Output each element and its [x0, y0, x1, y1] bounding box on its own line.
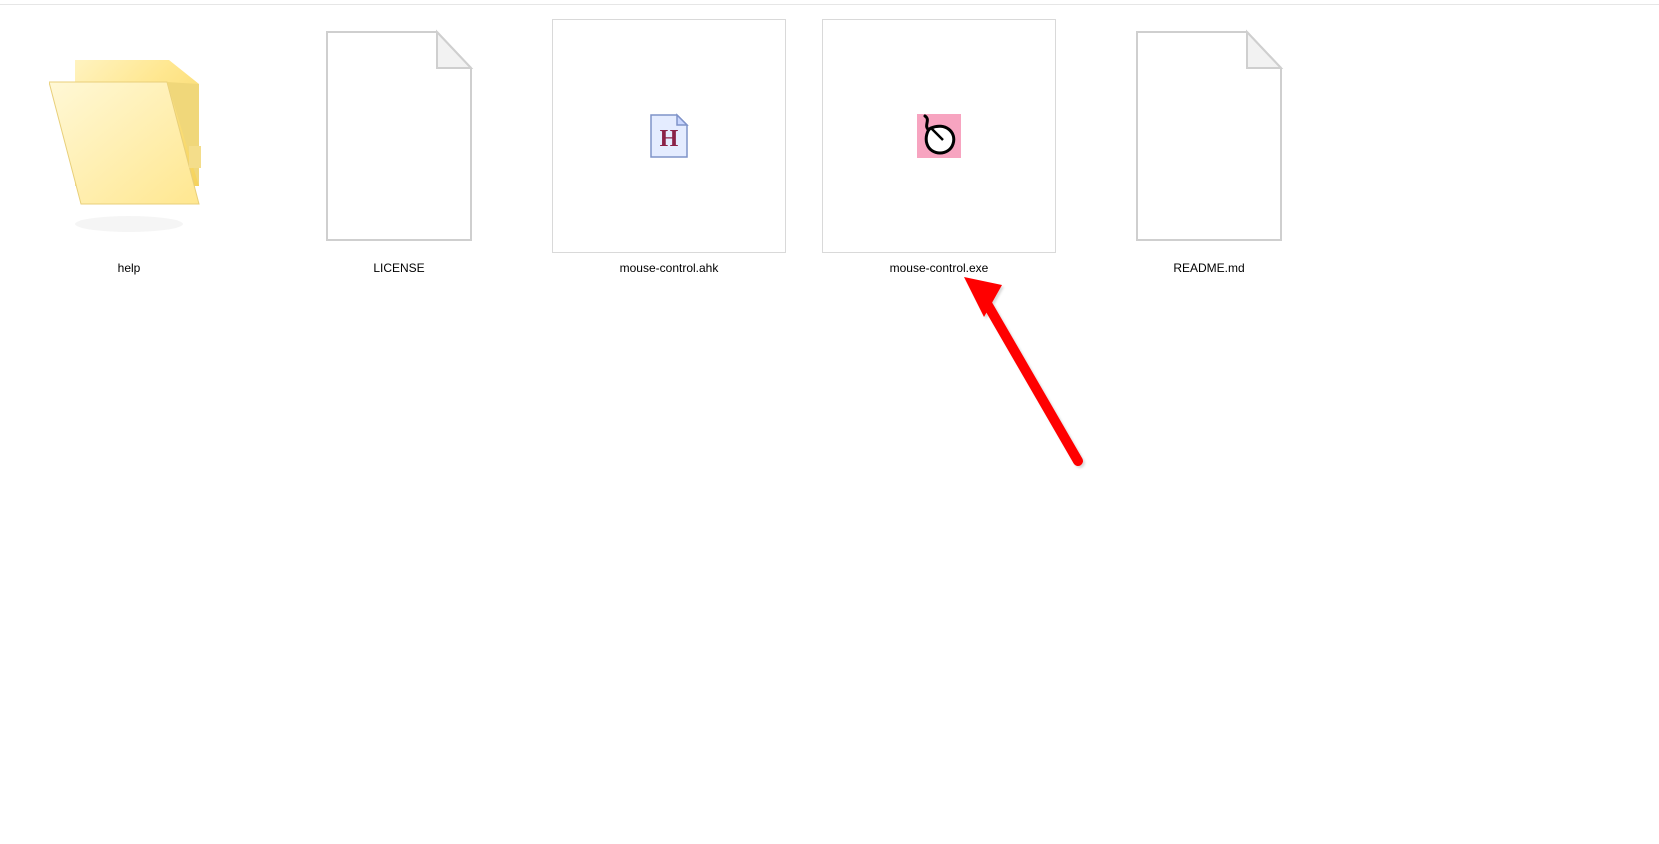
- file-thumbnail: [822, 19, 1056, 253]
- file-item[interactable]: README.md: [1092, 19, 1326, 275]
- svg-text:H: H: [660, 126, 679, 152]
- file-label: LICENSE: [373, 261, 424, 275]
- file-label: README.md: [1173, 261, 1244, 275]
- blank-page-icon: [319, 28, 479, 244]
- annotation-arrow: [958, 271, 1098, 471]
- mouse-exe-icon: [917, 114, 961, 158]
- ahk-icon: H: [649, 113, 689, 159]
- file-item[interactable]: LICENSE: [282, 19, 516, 275]
- file-item[interactable]: H mouse-control.ahk: [552, 19, 786, 275]
- file-label: mouse-control.ahk: [620, 261, 719, 275]
- blank-page-icon: [1129, 28, 1289, 244]
- file-label: help: [118, 261, 141, 275]
- file-thumbnail: H: [552, 19, 786, 253]
- file-thumbnail: [282, 19, 516, 253]
- file-thumbnail: [1092, 19, 1326, 253]
- folder-thumbnail: [12, 19, 246, 253]
- file-explorer-content[interactable]: help LICENSE H mouse-control.ahk: [0, 5, 1659, 275]
- folder-icon: [49, 36, 209, 236]
- folder-item[interactable]: help: [12, 19, 246, 275]
- file-label: mouse-control.exe: [890, 261, 989, 275]
- file-item[interactable]: mouse-control.exe: [822, 19, 1056, 275]
